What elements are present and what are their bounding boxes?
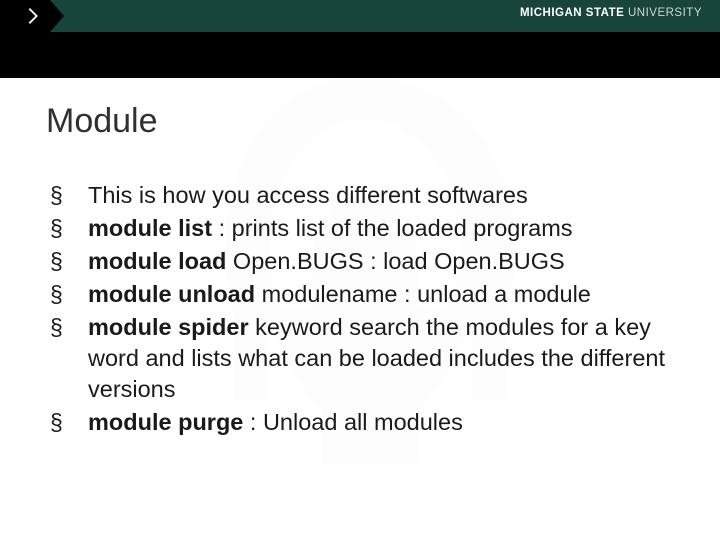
text-span: module unload bbox=[88, 281, 255, 307]
header-bar: MICHIGAN STATE UNIVERSITY bbox=[0, 0, 720, 32]
header-black-strip bbox=[0, 32, 720, 78]
brand-text: MICHIGAN STATE UNIVERSITY bbox=[520, 7, 702, 19]
list-item: module load Open.BUGS : load Open.BUGS bbox=[46, 246, 676, 277]
brand-bold: MICHIGAN STATE bbox=[520, 7, 624, 19]
list-item: This is how you access different softwar… bbox=[46, 180, 676, 211]
brand-light: UNIVERSITY bbox=[624, 7, 702, 19]
list-item: module list : prints list of the loaded … bbox=[46, 213, 676, 244]
text-span: modulename : unload a module bbox=[255, 281, 591, 307]
list-item: module unload modulename : unload a modu… bbox=[46, 279, 676, 310]
text-span: module load bbox=[88, 248, 226, 274]
chevron-right-icon bbox=[22, 5, 44, 27]
text-span: : Unload all modules bbox=[243, 409, 462, 435]
text-span: module spider bbox=[88, 314, 249, 340]
text-span: module purge bbox=[88, 409, 243, 435]
slide-title: Module bbox=[46, 102, 158, 141]
text-span: : prints list of the loaded programs bbox=[212, 215, 573, 241]
list-item: module purge : Unload all modules bbox=[46, 407, 676, 438]
text-span: This is how you access different softwar… bbox=[88, 182, 528, 208]
slide: MICHIGAN STATE UNIVERSITY Module This is… bbox=[0, 0, 720, 540]
list-item: module spider keyword search the modules… bbox=[46, 312, 676, 405]
header-chevron-block bbox=[0, 0, 50, 32]
bullet-list: This is how you access different softwar… bbox=[46, 180, 676, 438]
text-span: Open.BUGS : load Open.BUGS bbox=[226, 248, 564, 274]
slide-content: This is how you access different softwar… bbox=[46, 180, 676, 440]
text-span: module list bbox=[88, 215, 212, 241]
